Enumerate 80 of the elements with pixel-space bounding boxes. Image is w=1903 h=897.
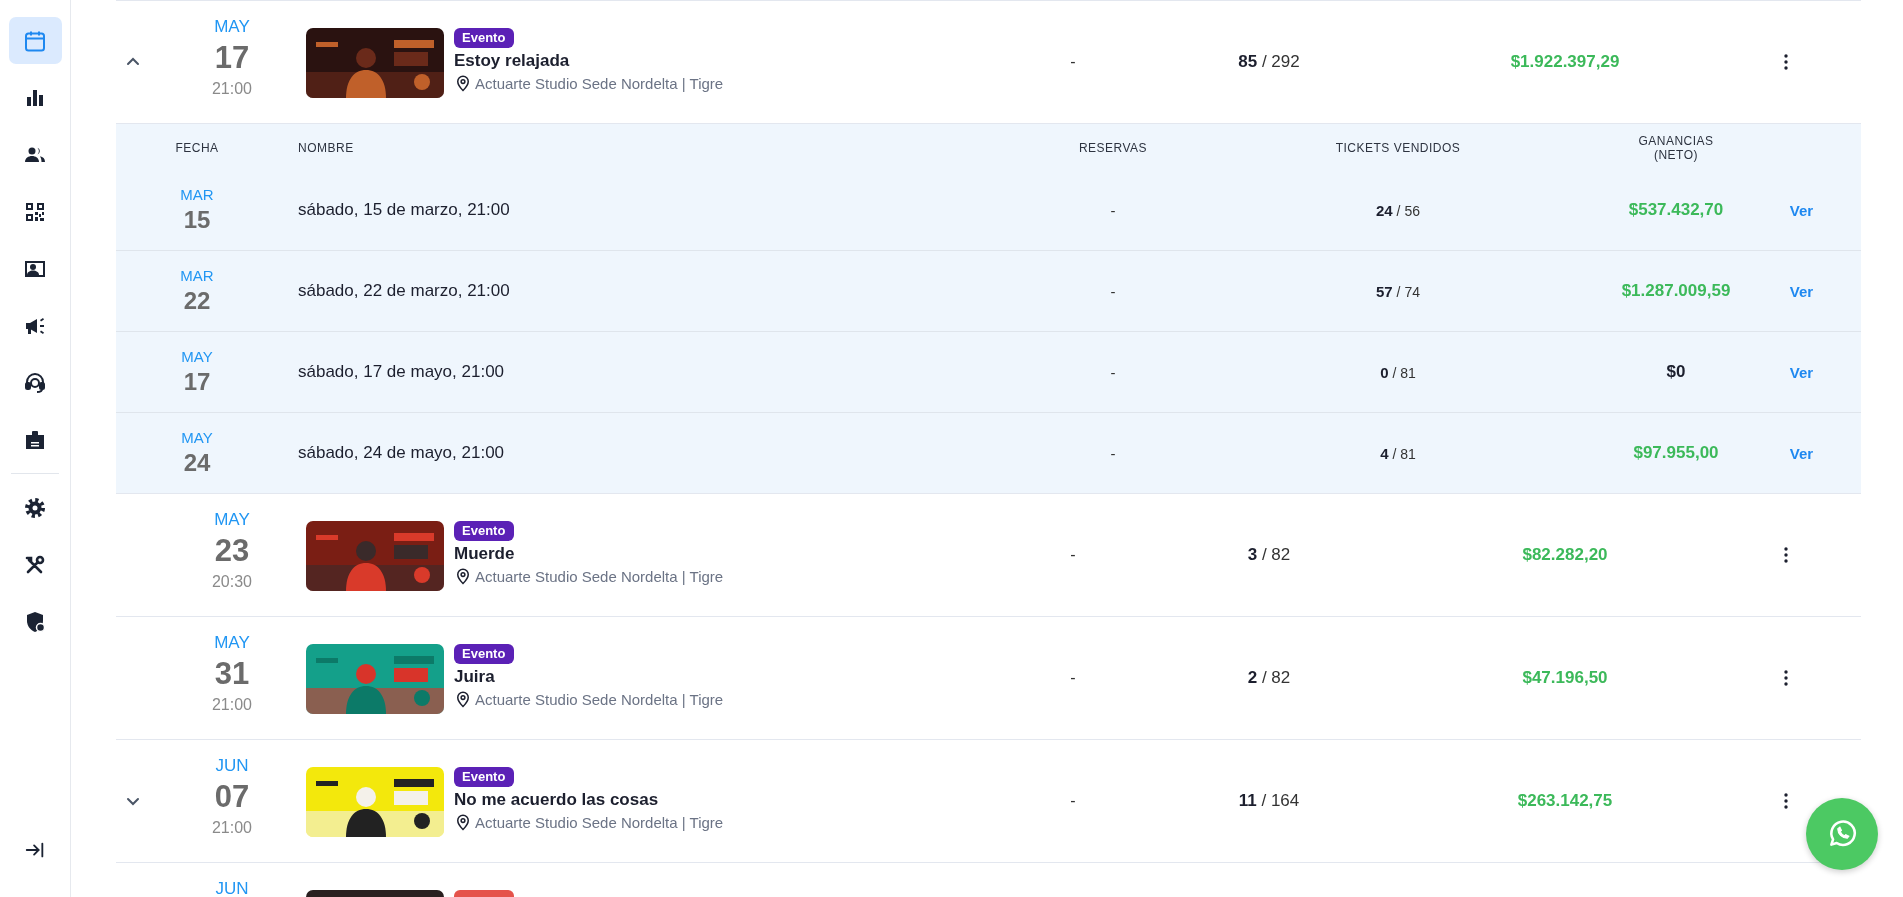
session-day: 22 <box>183 286 211 316</box>
session-month: MAR <box>180 185 214 205</box>
session-day: 24 <box>183 448 211 478</box>
reservations-value: - <box>1070 53 1076 71</box>
settings-icon <box>23 495 47 520</box>
view-link[interactable]: Ver <box>1789 282 1814 300</box>
view-link[interactable]: Ver <box>1789 444 1814 462</box>
view-link[interactable]: Ver <box>1789 201 1814 219</box>
event-time: 21:00 <box>211 695 252 715</box>
event-type-badge: Evento <box>454 644 514 664</box>
more-icon <box>1784 670 1788 686</box>
session-month: MAY <box>181 347 213 367</box>
tickets-sold: 4 / 81 <box>1380 444 1416 462</box>
tickets-sold: 0 / 81 <box>1380 363 1416 381</box>
event-type-badge: Evento <box>454 521 514 541</box>
more-icon <box>1784 547 1788 563</box>
tickets-sold: 2 / 82 <box>1247 668 1291 688</box>
tickets-sold: 24 / 56 <box>1376 201 1420 219</box>
venue-name: Actuarte Studio Sede Nordelta | Tigre <box>475 690 724 708</box>
earnings-value: $537.432,70 <box>1628 200 1724 220</box>
session-day: 17 <box>183 367 211 397</box>
event-time: 21:00 <box>211 818 252 838</box>
event-name: Muerde <box>454 543 515 565</box>
session-day: 15 <box>183 205 211 235</box>
tickets-sold: 11 / 164 <box>1238 791 1300 811</box>
event-type-badge: Evento <box>454 767 514 787</box>
reservations-value: - <box>1110 201 1116 219</box>
event-type-badge: Evento <box>454 28 514 48</box>
reservations-value: - <box>1070 669 1076 687</box>
event-day: 07 <box>214 777 250 817</box>
earnings-value: $263.142,75 <box>1517 791 1613 811</box>
event-day: 23 <box>214 531 250 571</box>
session-month: MAY <box>181 428 213 448</box>
event-day: 31 <box>214 654 250 694</box>
session-month: MAR <box>180 266 214 286</box>
more-icon <box>1784 793 1788 809</box>
event-name: No me acuerdo las cosas <box>454 789 659 811</box>
earnings-value: $0 <box>1666 362 1686 382</box>
reservations-value: - <box>1110 363 1116 381</box>
earnings-value: $82.282,20 <box>1522 545 1608 565</box>
reservations-value: - <box>1110 444 1116 462</box>
reservations-value: - <box>1070 546 1076 564</box>
tickets-sold: 85 / 292 <box>1238 52 1300 72</box>
column-header: FECHA <box>174 141 220 155</box>
event-name: Estoy relajada <box>454 50 570 72</box>
column-header: NOMBRE <box>297 141 355 155</box>
earnings-value: $47.196,50 <box>1522 668 1608 688</box>
event-day: 17 <box>214 38 250 78</box>
earnings-value: $97.955,00 <box>1633 443 1719 463</box>
event-month: MAY <box>214 632 250 654</box>
location-pin-icon <box>454 690 472 708</box>
event-month: JUN <box>215 755 249 777</box>
reservations-value: - <box>1070 792 1076 810</box>
session-name: sábado, 22 de marzo, 21:00 <box>297 281 510 301</box>
column-header: RESERVAS <box>1077 141 1149 155</box>
venue-name: Actuarte Studio Sede Nordelta | Tigre <box>475 813 724 831</box>
event-time: 20:30 <box>211 572 252 592</box>
event-month: MAY <box>214 509 250 531</box>
event-month: MAY <box>214 16 250 38</box>
more-icon <box>1784 54 1788 70</box>
event-time: 21:00 <box>211 79 252 99</box>
view-link[interactable]: Ver <box>1789 363 1814 381</box>
earnings-value: $1.287.009,59 <box>1621 281 1731 301</box>
location-pin-icon <box>454 567 472 585</box>
tickets-sold: 3 / 82 <box>1247 545 1291 565</box>
venue-name: Actuarte Studio Sede Nordelta | Tigre <box>475 567 724 585</box>
headset-icon <box>23 370 47 395</box>
column-header: TICKETS VENDIDOS <box>1334 141 1462 155</box>
event-name: Juira <box>454 666 495 688</box>
venue-name: Actuarte Studio Sede Nordelta | Tigre <box>475 74 724 92</box>
reservations-value: - <box>1110 282 1116 300</box>
event-month: JUN <box>215 878 249 897</box>
column-header: GANANCIAS (NETO) <box>1637 134 1715 162</box>
location-pin-icon <box>454 74 472 92</box>
earnings-value: $1.922.397,29 <box>1510 52 1620 72</box>
location-pin-icon <box>454 813 472 831</box>
tickets-sold: 57 / 74 <box>1376 282 1420 300</box>
session-name: sábado, 17 de mayo, 21:00 <box>297 362 505 382</box>
session-name: sábado, 15 de marzo, 21:00 <box>297 200 510 220</box>
session-name: sábado, 24 de mayo, 21:00 <box>297 443 505 463</box>
